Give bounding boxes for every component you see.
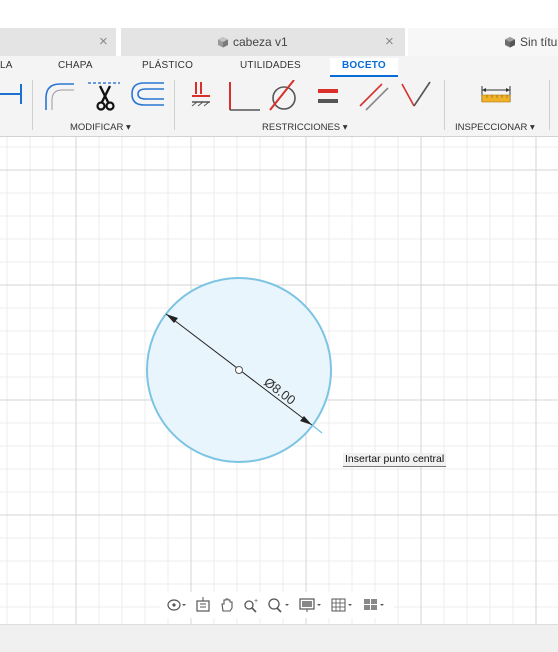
fillet-icon[interactable] — [42, 80, 76, 112]
look-at-icon[interactable] — [192, 594, 214, 616]
offset-icon[interactable] — [128, 80, 166, 112]
pan-icon[interactable] — [216, 594, 238, 616]
workspace-tab-plastico[interactable]: PLÁSTICO — [142, 60, 193, 71]
toolbar-separator — [32, 80, 33, 130]
sketch-grid: Ø8.00 — [0, 137, 558, 624]
document-tab-1[interactable]: × — [0, 28, 116, 56]
close-icon[interactable]: × — [99, 33, 108, 50]
tooltip-insert-center-point: Insertar punto central — [343, 453, 447, 467]
close-icon[interactable]: × — [385, 33, 394, 50]
workspace-tab-chapa[interactable]: CHAPA — [58, 60, 93, 71]
toolbar-separator — [549, 80, 550, 130]
modify-group-label[interactable]: MODIFICAR ▾ — [70, 122, 131, 133]
workspace-tab-boceto[interactable]: BOCETO — [330, 58, 398, 77]
top-margin — [0, 0, 558, 26]
circle-center-point[interactable] — [235, 366, 243, 374]
tab-title-text: cabeza v1 — [233, 35, 288, 49]
svg-text:+: + — [254, 598, 258, 605]
orbit-icon[interactable] — [164, 594, 190, 616]
fix-constraint-icon[interactable] — [190, 80, 214, 112]
status-bar — [0, 624, 558, 652]
document-tab-sin-titulo[interactable]: Sin títu — [408, 28, 558, 56]
component-icon — [218, 37, 228, 48]
perpendicular-constraint-icon[interactable] — [226, 80, 262, 112]
document-tab-bar: × cabeza v1 × Sin títu — [0, 26, 558, 56]
grid-settings-icon[interactable] — [328, 594, 358, 616]
zoom-icon[interactable]: + — [240, 594, 262, 616]
tab-title-text: Sin títu — [520, 35, 558, 49]
dimension-extension-line — [311, 424, 323, 434]
sketch-canvas[interactable]: Ø8.00 Insertar punto central + — [0, 137, 558, 624]
display-settings-icon[interactable] — [296, 594, 326, 616]
component-icon — [505, 37, 515, 48]
tab-title: Sin títu — [504, 35, 557, 49]
fit-icon[interactable] — [264, 594, 294, 616]
constraints-group-label[interactable]: RESTRICCIONES ▾ — [262, 122, 348, 133]
toolbar-separator — [444, 80, 445, 130]
measure-ruler-icon[interactable] — [478, 80, 518, 112]
viewports-icon[interactable] — [360, 594, 390, 616]
line-tool-icon[interactable] — [0, 80, 26, 112]
perpendicular-lines-icon[interactable] — [398, 80, 432, 112]
toolbar: LA CHAPA PLÁSTICO UTILIDADES BOCETO MODI… — [0, 56, 558, 137]
trim-scissors-icon[interactable] — [88, 80, 120, 112]
workspace-tab-utilidades[interactable]: UTILIDADES — [240, 60, 301, 71]
parallel-constraint-icon[interactable] — [358, 80, 390, 112]
tab-title: cabeza v1 — [217, 35, 288, 49]
equal-constraint-icon[interactable] — [316, 80, 344, 112]
navigation-bar: + — [160, 592, 394, 618]
toolbar-separator — [174, 80, 175, 130]
inspect-group-label[interactable]: INSPECCIONAR ▾ — [455, 122, 535, 133]
document-tab-cabeza[interactable]: cabeza v1 × — [121, 28, 405, 56]
workspace-tab-la[interactable]: LA — [0, 60, 13, 71]
tangent-constraint-icon[interactable] — [268, 80, 306, 112]
